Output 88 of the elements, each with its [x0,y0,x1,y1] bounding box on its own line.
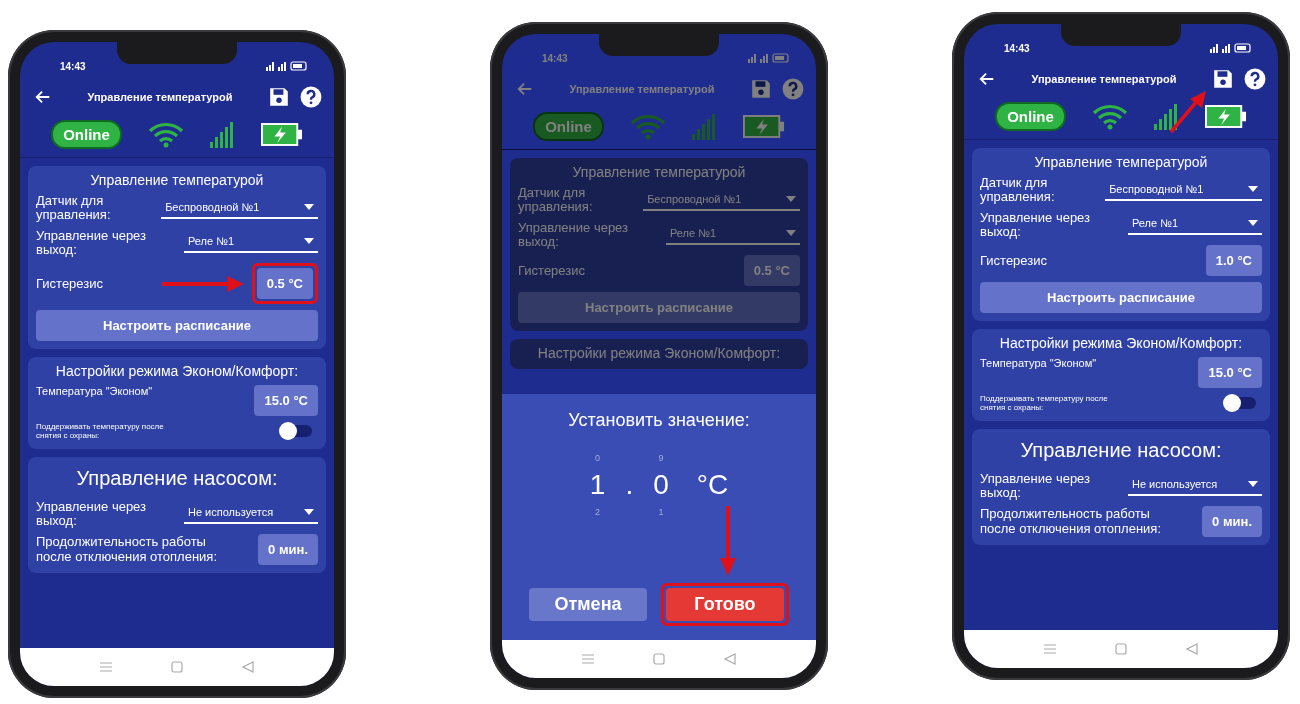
number-wheel[interactable]: 9 0 1 [653,453,669,517]
battery-charging-icon [742,115,785,138]
dropdown-caret-icon [304,203,314,210]
field-label: Гистерезис [980,253,1048,268]
field-label: Датчик для управления: [980,176,1056,205]
status-time: 14:43 [60,60,86,72]
hysteresis-value-button[interactable]: 0.5 °C [256,268,313,300]
help-icon[interactable] [300,86,322,108]
duration-value-button[interactable]: 0 мин. [1202,506,1262,538]
field-label: Датчик для управления: [518,186,594,215]
number-wheel[interactable]: 0 1 2 [589,453,606,517]
output-dropdown[interactable]: Реле №1 [666,224,800,246]
online-badge: Online [51,120,122,149]
section-title: Настройки режима Эконом/Комфорт: [998,335,1244,352]
signal-icon [1154,103,1179,130]
hysteresis-value-button[interactable]: 1.0 °C [1205,245,1262,277]
signal-battery-icon [1208,43,1252,53]
schedule-button[interactable]: Настроить расписание [518,292,800,324]
schedule-button[interactable]: Настроить расписание [980,282,1262,314]
field-label: Гистерезис [518,263,586,278]
dropdown-caret-icon [1248,220,1258,227]
section-title: Настройки режима Эконом/Комфорт: [54,363,300,380]
field-label: Гистерезис [36,276,104,291]
section-title: Управление температурой [1033,154,1209,170]
field-label: Датчик для управления: [36,194,112,223]
status-time: 14:43 [1004,42,1030,54]
screen-title: Управление температурой [86,91,234,103]
field-label: Управление через выход: [980,210,1092,240]
econ-temperature-button[interactable]: 15.0 °C [254,385,318,417]
toggle-label: Поддерживать температуру после снятия с охраны: [980,394,1109,413]
decimal-separator: . [625,469,634,501]
signal-icon [210,121,235,148]
screen-title: Управление температурой [568,83,716,95]
field-label: Продолжительность работы после отключения отопления: [36,535,218,564]
output-dropdown[interactable]: Реле №1 [1128,214,1262,236]
schedule-button[interactable]: Настроить расписание [36,310,318,342]
field-label: Управление через выход: [518,220,630,250]
section-title: Управление температурой [571,164,747,180]
save-icon[interactable] [268,86,290,108]
done-button[interactable]: Готово [666,588,784,621]
online-badge: Online [995,102,1066,131]
back-arrow-icon[interactable] [978,70,996,88]
section-title: Настройки режима Эконом/Комфорт: [536,345,782,362]
status-time: 14:43 [542,52,568,64]
dropdown-caret-icon [304,509,314,516]
output-dropdown[interactable]: Не используется [1128,475,1262,497]
section-title: Управление температурой [89,172,265,188]
hysteresis-value-button[interactable]: 0.5 °C [743,255,800,287]
output-dropdown[interactable]: Реле №1 [184,232,318,254]
wifi-icon [630,113,667,140]
section-title: Управление насосом: [75,465,279,491]
field-label: Температура "Эконом" [980,357,1097,370]
field-label: Управление через выход: [36,228,148,258]
online-badge: Online [533,112,604,141]
cancel-button[interactable]: Отмена [529,588,647,621]
field-label: Управление через выход: [36,499,148,529]
toggle-label: Поддерживать температуру после снятия с охраны: [36,422,165,441]
signal-icon [692,113,717,140]
annotation-arrow [720,506,736,576]
dropdown-caret-icon [786,195,796,202]
field-label: Продолжительность работы после отключения отопления: [980,507,1162,536]
duration-value-button[interactable]: 0 мин. [258,534,318,566]
sensor-dropdown[interactable]: Беспроводной №1 [161,197,318,219]
dropdown-caret-icon [1248,481,1258,488]
econ-temperature-button[interactable]: 15.0 °C [1198,357,1262,389]
output-dropdown[interactable]: Не используется [184,503,318,525]
sensor-dropdown[interactable]: Беспроводной №1 [1105,179,1262,201]
wifi-icon [1092,103,1129,130]
dropdown-caret-icon [1248,185,1258,192]
save-icon[interactable] [1212,68,1234,90]
dropdown-caret-icon [304,238,314,245]
toggle-switch[interactable] [282,425,312,438]
dropdown-caret-icon [786,230,796,237]
wifi-icon [148,121,185,148]
help-icon[interactable] [1244,68,1266,90]
dialog-title: Установить значение: [568,410,750,431]
battery-charging-icon [260,123,303,146]
section-title: Управление насосом: [1019,437,1223,463]
screen-title: Управление температурой [1030,73,1178,85]
toggle-switch[interactable] [1226,397,1256,410]
unit-label: °C [696,469,729,501]
back-arrow-icon[interactable] [34,88,52,106]
signal-battery-icon [746,53,790,63]
battery-charging-icon [1204,105,1247,128]
field-label: Управление через выход: [980,471,1092,501]
field-label: Температура "Эконом" [36,385,153,398]
signal-battery-icon [264,61,308,71]
sensor-dropdown[interactable]: Беспроводной №1 [643,189,800,211]
